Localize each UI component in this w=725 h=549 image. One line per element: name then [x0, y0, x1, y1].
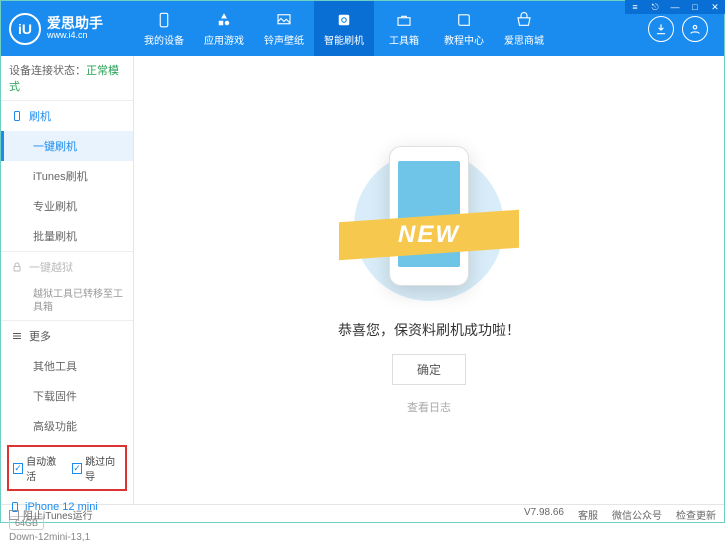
- apps-icon: [214, 10, 234, 30]
- checkbox-highlight: ✓自动激活 ✓跳过向导: [7, 445, 127, 491]
- nav-tutorials[interactable]: 教程中心: [434, 1, 494, 56]
- main-content: NEW 恭喜您，保资料刷机成功啦！ 确定 查看日志: [134, 56, 724, 504]
- phone-icon: [154, 10, 174, 30]
- header: iU 爱思助手 www.i4.cn 我的设备 应用游戏 铃声壁纸 智能刷机 工具…: [1, 1, 724, 56]
- sidebar-head-flash[interactable]: 刷机: [1, 101, 133, 131]
- app-subtitle: www.i4.cn: [47, 30, 103, 41]
- book-icon: [454, 10, 474, 30]
- close-icon[interactable]: ✕: [705, 0, 725, 14]
- view-log-link[interactable]: 查看日志: [407, 399, 451, 415]
- device-info[interactable]: iPhone 12 mini 64GB Down-12mini-13,1: [1, 495, 133, 549]
- window-controls: ≡ ⎋ — □ ✕: [625, 0, 725, 14]
- nav-toolbox[interactable]: 工具箱: [374, 1, 434, 56]
- top-nav: 我的设备 应用游戏 铃声壁纸 智能刷机 工具箱 教程中心 爱思商城: [134, 1, 648, 56]
- wechat-link[interactable]: 微信公众号: [612, 507, 662, 522]
- nav-flash[interactable]: 智能刷机: [314, 1, 374, 56]
- success-message: 恭喜您，保资料刷机成功啦！: [338, 320, 520, 340]
- ok-button[interactable]: 确定: [392, 354, 466, 385]
- maximize-icon[interactable]: □: [685, 0, 705, 14]
- sidebar: 设备连接状态：正常模式 刷机 一键刷机 iTunes刷机 专业刷机 批量刷机 一…: [1, 56, 134, 504]
- minimize-icon[interactable]: —: [665, 0, 685, 14]
- sidebar-item-advanced[interactable]: 高级功能: [1, 411, 133, 441]
- wallpaper-icon: [274, 10, 294, 30]
- nav-my-device[interactable]: 我的设备: [134, 1, 194, 56]
- checkbox-auto-activate[interactable]: ✓自动激活: [13, 453, 62, 483]
- sidebar-item-pro[interactable]: 专业刷机: [1, 191, 133, 221]
- sidebar-head-more[interactable]: 更多: [1, 321, 133, 351]
- device-status: 设备连接状态：正常模式: [1, 56, 133, 101]
- phone-icon: [11, 110, 23, 122]
- device-model: Down-12mini-13,1: [9, 532, 125, 543]
- sidebar-head-jailbreak: 一键越狱: [1, 252, 133, 282]
- nav-ringtones[interactable]: 铃声壁纸: [254, 1, 314, 56]
- nav-apps[interactable]: 应用游戏: [194, 1, 254, 56]
- sidebar-item-oneclick[interactable]: 一键刷机: [1, 131, 133, 161]
- nav-store[interactable]: 爱思商城: [494, 1, 554, 56]
- download-button[interactable]: [648, 16, 674, 42]
- sidebar-item-itunes[interactable]: iTunes刷机: [1, 161, 133, 191]
- menu-icon[interactable]: ≡: [625, 0, 645, 14]
- checkbox-block-itunes[interactable]: 阻止iTunes运行: [9, 507, 93, 522]
- refresh-icon: [334, 10, 354, 30]
- sidebar-item-other[interactable]: 其他工具: [1, 351, 133, 381]
- sidebar-item-batch[interactable]: 批量刷机: [1, 221, 133, 251]
- pin-icon[interactable]: ⎋: [645, 0, 665, 14]
- success-illustration: NEW: [339, 146, 519, 296]
- check-update-link[interactable]: 检查更新: [676, 507, 716, 522]
- logo: iU 爱思助手 www.i4.cn: [9, 13, 134, 45]
- logo-icon: iU: [9, 13, 41, 45]
- lock-icon: [11, 261, 23, 273]
- checkbox-skip-guide[interactable]: ✓跳过向导: [72, 453, 121, 483]
- list-icon: [11, 330, 23, 342]
- toolbox-icon: [394, 10, 414, 30]
- ribbon-label: NEW: [398, 221, 460, 249]
- jailbreak-note: 越狱工具已转移至工具箱: [1, 282, 133, 320]
- user-button[interactable]: [682, 16, 708, 42]
- store-icon: [514, 10, 534, 30]
- support-link[interactable]: 客服: [578, 507, 598, 522]
- app-title: 爱思助手: [47, 16, 103, 30]
- version-label: V7.98.66: [524, 507, 564, 522]
- sidebar-item-firmware[interactable]: 下载固件: [1, 381, 133, 411]
